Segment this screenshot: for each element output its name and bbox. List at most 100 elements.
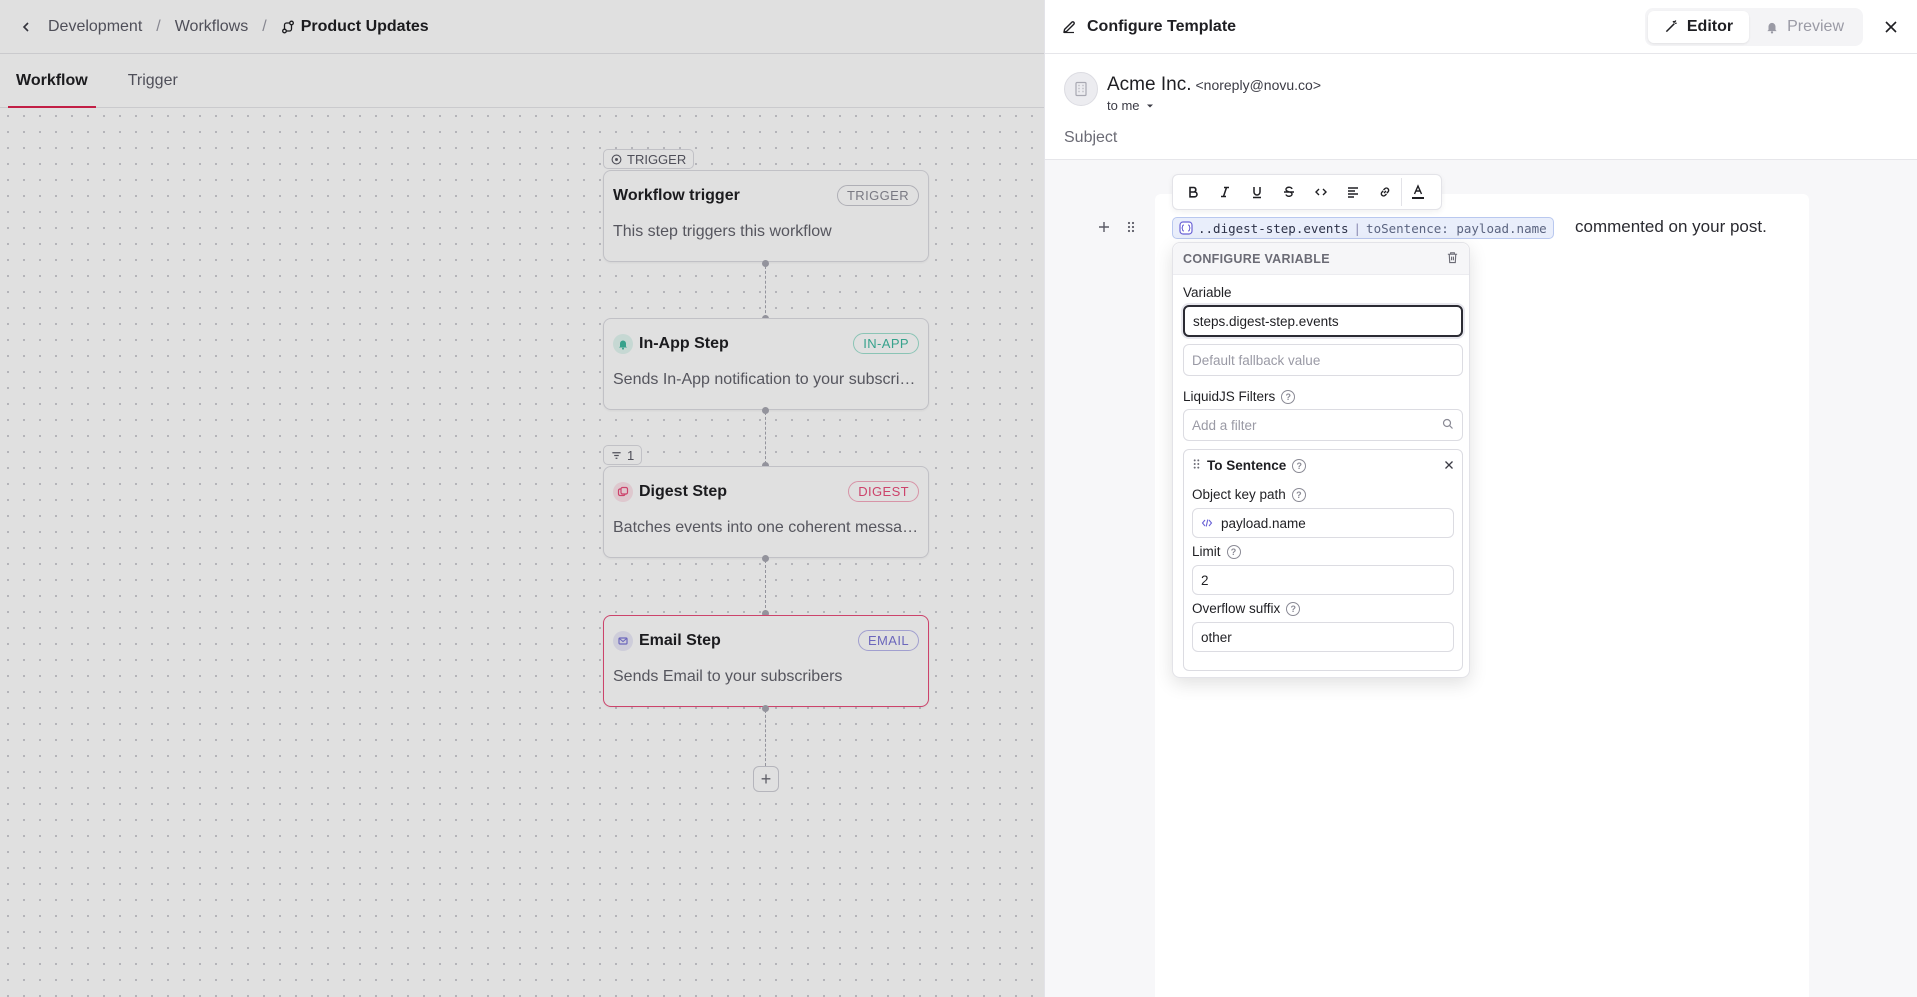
overflow-suffix-input[interactable]: other: [1192, 622, 1454, 652]
fallback-input[interactable]: Default fallback value: [1183, 344, 1463, 376]
building-icon: [1075, 81, 1087, 97]
filter-icon: [612, 451, 621, 459]
help-icon[interactable]: ?: [1292, 458, 1307, 473]
add-block-button[interactable]: [1095, 218, 1113, 236]
digest-icon: [613, 481, 633, 502]
email-node[interactable]: Email Step EMAIL Sends Email to your sub…: [603, 615, 929, 707]
connector-line: [765, 266, 766, 318]
align-button[interactable]: [1337, 178, 1369, 206]
node-title: Digest Step: [639, 482, 728, 500]
overflow-suffix-label: Overflow suffix ?: [1192, 601, 1301, 616]
variable-label: Variable: [1183, 285, 1232, 300]
popover-header: CONFIGURE VARIABLE: [1173, 243, 1469, 275]
variable-pill-name: ..digest-step.events: [1198, 220, 1349, 236]
filters-label: LiquidJS Filters ?: [1183, 389, 1296, 404]
code-icon: [1201, 519, 1213, 527]
editor-tab-label: Editor: [1686, 17, 1734, 35]
recipient-label: to me: [1107, 98, 1140, 113]
wand-icon: [1665, 20, 1677, 33]
caret-down-icon: [1146, 104, 1153, 107]
popover-title: CONFIGURE VARIABLE: [1183, 251, 1330, 266]
sender-avatar: [1064, 72, 1098, 106]
add-step-button[interactable]: +: [753, 766, 779, 792]
breadcrumb-workflows[interactable]: Workflows: [175, 18, 249, 36]
close-icon[interactable]: [1444, 458, 1454, 473]
strikethrough-button[interactable]: [1273, 178, 1305, 206]
subject-field[interactable]: Subject: [1064, 129, 1117, 147]
preview-tab[interactable]: Preview: [1749, 11, 1860, 43]
configure-variable-popover: CONFIGURE VARIABLE Variable steps.digest…: [1172, 242, 1470, 678]
panel-title: Configure Template: [1087, 17, 1237, 35]
object-key-label: Object key path ?: [1192, 487, 1306, 502]
bolt-icon: [611, 154, 622, 164]
recipient-dropdown[interactable]: to me: [1107, 98, 1154, 113]
filter-card-header: To Sentence ?: [1192, 458, 1454, 473]
drag-handle-icon[interactable]: [1192, 458, 1201, 473]
trigger-node[interactable]: Workflow trigger TRIGGER This step trigg…: [603, 170, 929, 262]
help-icon[interactable]: ?: [1226, 544, 1241, 559]
workflow-pane: Development / Workflows / Product Update…: [0, 0, 1044, 997]
help-icon[interactable]: ?: [1286, 601, 1301, 616]
filter-search-input[interactable]: Add a filter: [1183, 409, 1463, 441]
variable-pill-filter: toSentence: payload.name: [1366, 220, 1547, 236]
sender-email: <noreply@novu.co>: [1195, 77, 1321, 93]
digest-node[interactable]: Digest Step DIGEST Batches events into o…: [603, 466, 929, 558]
limit-label-text: Limit: [1192, 544, 1221, 559]
close-icon[interactable]: [1881, 17, 1901, 37]
body-text[interactable]: commented on your post.: [1575, 217, 1767, 237]
workflow-route-icon: [281, 20, 294, 33]
breadcrumb: Development / Workflows / Product Update…: [0, 0, 1044, 54]
link-button[interactable]: [1369, 178, 1401, 206]
overflow-suffix-label-text: Overflow suffix: [1192, 601, 1281, 616]
underline-button[interactable]: [1241, 178, 1273, 206]
workflow-tabs: Workflow Trigger: [0, 54, 1044, 108]
trigger-tag: TRIGGER: [603, 149, 695, 169]
variable-pill-pipe: |: [1353, 220, 1362, 236]
variable-icon: [1179, 221, 1193, 235]
variable-pill[interactable]: ..digest-step.events | toSentence: paylo…: [1172, 217, 1554, 239]
search-icon: [1442, 418, 1454, 433]
node-badge: DIGEST: [848, 481, 919, 502]
object-key-input[interactable]: payload.name: [1192, 508, 1454, 538]
object-key-value: payload.name: [1221, 515, 1306, 531]
code-button[interactable]: [1305, 178, 1337, 206]
bell-icon: [1767, 22, 1777, 34]
bell-icon: [613, 333, 633, 354]
node-badge: EMAIL: [857, 630, 919, 651]
limit-label: Limit ?: [1192, 544, 1241, 559]
help-icon[interactable]: ?: [1281, 389, 1296, 404]
node-description: This step triggers this workflow: [613, 223, 832, 240]
trigger-tag-label: TRIGGER: [627, 151, 687, 167]
tab-trigger[interactable]: Trigger: [124, 72, 182, 107]
node-title: In-App Step: [639, 334, 729, 352]
digest-tag: 1: [603, 445, 643, 465]
limit-input[interactable]: 2: [1192, 565, 1454, 595]
filters-label-text: LiquidJS Filters: [1183, 389, 1276, 404]
mode-toggle: Editor Preview: [1644, 7, 1863, 46]
node-title: Workflow trigger: [613, 186, 740, 204]
inapp-node[interactable]: In-App Step IN-APP Sends In-App notifica…: [603, 318, 929, 410]
connector-line: [765, 560, 766, 613]
node-badge: IN-APP: [853, 333, 919, 354]
tab-workflow[interactable]: Workflow: [8, 72, 96, 108]
panel-header: Configure Template Editor Preview: [1045, 0, 1917, 54]
node-description: Batches events into one coherent message: [613, 519, 920, 536]
trash-icon[interactable]: [1446, 251, 1459, 267]
drag-handle-icon[interactable]: [1122, 218, 1140, 236]
help-icon[interactable]: ?: [1291, 487, 1306, 502]
italic-button[interactable]: [1209, 178, 1241, 206]
variable-input[interactable]: steps.digest-step.events: [1183, 305, 1463, 337]
bold-button[interactable]: [1177, 178, 1209, 206]
connector-line: [765, 412, 766, 464]
filter-card: To Sentence ? Object key path ? payload.…: [1183, 449, 1463, 671]
text-color-button[interactable]: [1401, 178, 1433, 206]
connector-line: [765, 710, 766, 766]
node-title: Email Step: [639, 631, 721, 649]
mail-icon: [613, 630, 633, 651]
object-key-label-text: Object key path: [1192, 487, 1286, 502]
breadcrumb-development[interactable]: Development: [48, 18, 142, 36]
editor-tab[interactable]: Editor: [1647, 10, 1750, 43]
back-chevron-icon[interactable]: [16, 17, 36, 37]
filter-name: To Sentence: [1207, 458, 1287, 473]
breadcrumb-current: Product Updates: [281, 18, 429, 36]
